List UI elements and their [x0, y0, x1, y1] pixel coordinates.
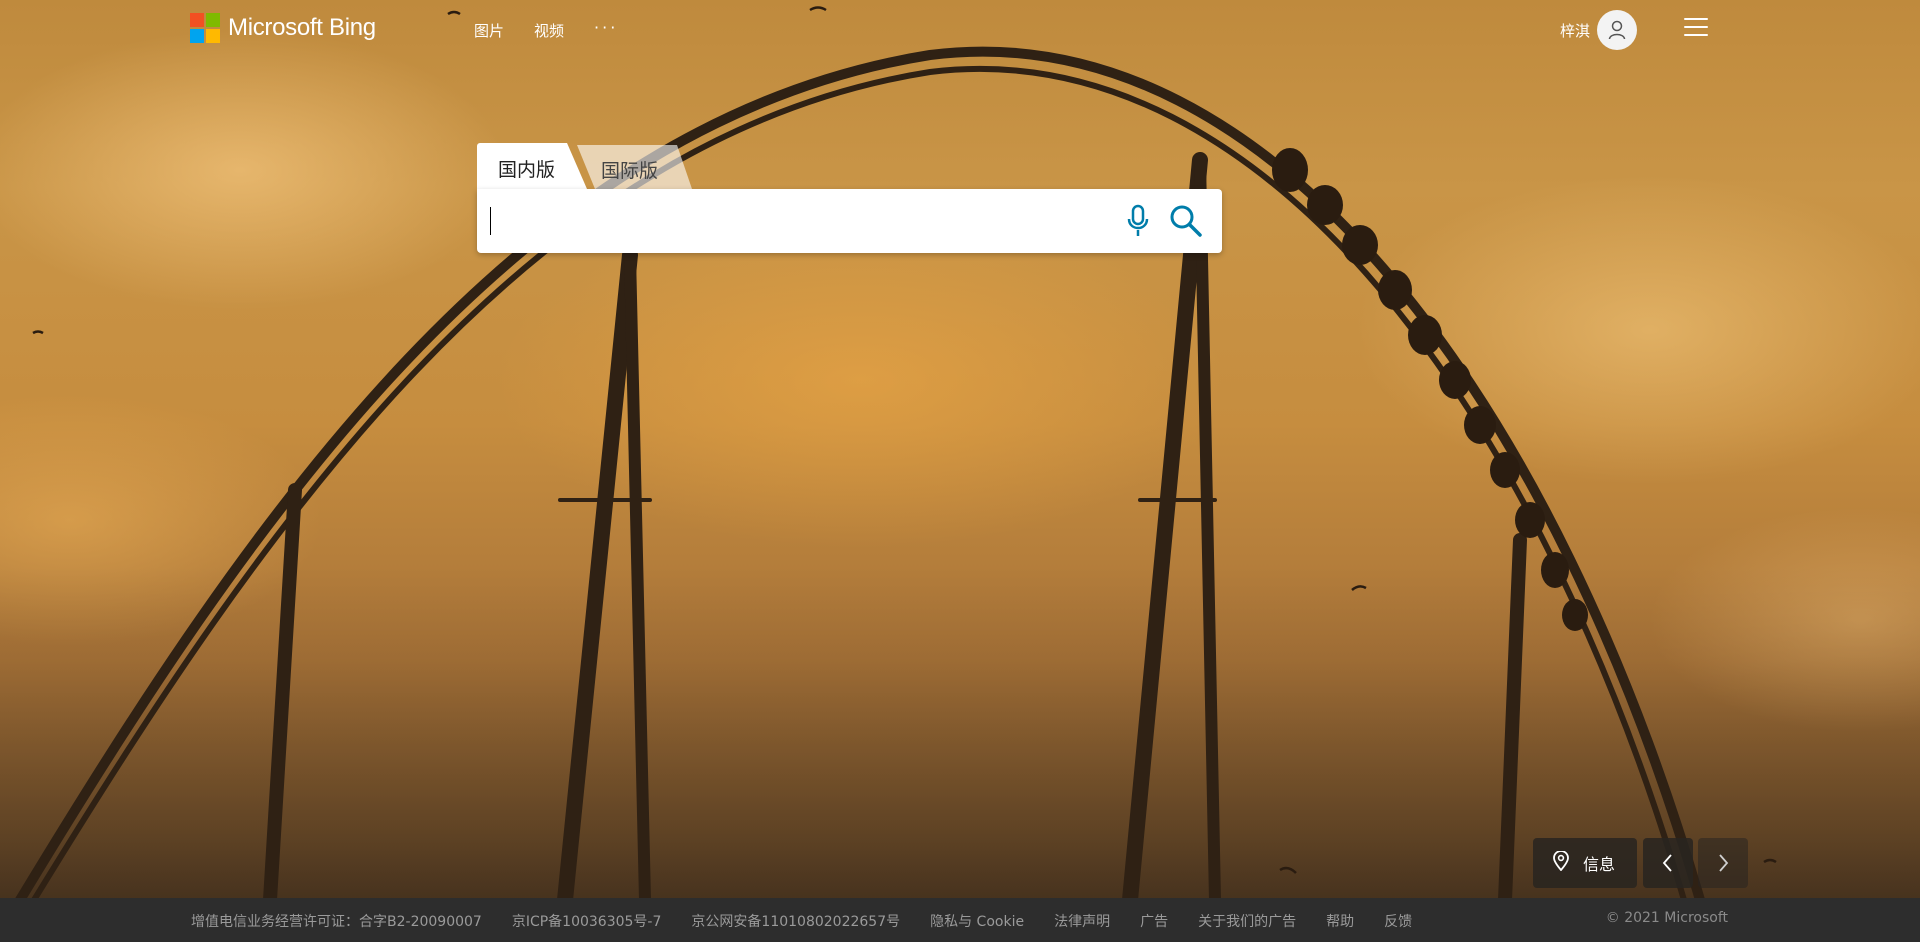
footer-link-public-security[interactable]: 京公网安备11010802022657号: [691, 911, 900, 931]
image-info-button[interactable]: 信息: [1533, 838, 1637, 888]
person-icon: [1597, 10, 1638, 50]
image-info-label: 信息: [1583, 855, 1616, 874]
hamburger-menu-icon[interactable]: [1684, 18, 1708, 38]
location-pin-icon: [1553, 850, 1569, 875]
footer-link-advertise[interactable]: 广告: [1140, 911, 1168, 931]
next-image-button[interactable]: [1698, 838, 1748, 888]
bing-homepage: Microsoft Bing 图片 视频 ··· 梓淇 国际版 国内版 信息 增…: [0, 0, 1920, 942]
search-area: 国际版 国内版: [477, 143, 1222, 253]
search-box: [477, 189, 1222, 253]
top-nav: 图片 视频 ···: [474, 18, 618, 41]
logo-tile-green: [206, 13, 220, 27]
tab-international[interactable]: 国际版: [577, 145, 692, 189]
footer-link-about-ads[interactable]: 关于我们的广告: [1198, 911, 1296, 931]
previous-image-button[interactable]: [1643, 838, 1693, 888]
tab-domestic-label: 国内版: [498, 159, 556, 181]
tab-international-label: 国际版: [601, 160, 659, 182]
background-image-roller-coaster: [15, 6, 1777, 908]
user-name: 梓淇: [1560, 21, 1591, 40]
chevron-left-icon: [1662, 854, 1672, 872]
search-input[interactable]: [489, 201, 1113, 243]
footer-link-privacy-cookie[interactable]: 隐私与 Cookie: [930, 911, 1024, 931]
footer-link-help[interactable]: 帮助: [1326, 911, 1354, 931]
search-scope-tabs: 国际版 国内版: [477, 143, 1222, 189]
bing-logo[interactable]: Microsoft Bing: [190, 13, 376, 43]
footer-link-telecom-license[interactable]: 增值电信业务经营许可证：合字B2-20090007: [191, 911, 482, 931]
footer-link-feedback[interactable]: 反馈: [1384, 911, 1412, 931]
nav-more-button[interactable]: ···: [594, 18, 618, 37]
user-account-button[interactable]: 梓淇: [1560, 10, 1638, 50]
top-header: Microsoft Bing 图片 视频 ··· 梓淇: [0, 0, 1920, 60]
microphone-icon[interactable]: [1123, 203, 1153, 239]
logo-tile-red: [190, 13, 204, 27]
tab-domestic[interactable]: 国内版: [477, 143, 587, 189]
microsoft-logo-icon: [190, 13, 220, 43]
copyright-text: © 2021 Microsoft: [1605, 910, 1728, 926]
logo-tile-blue: [190, 29, 204, 43]
chevron-right-icon: [1719, 854, 1729, 872]
nav-videos[interactable]: 视频: [534, 20, 564, 41]
footer-link-legal[interactable]: 法律声明: [1054, 911, 1110, 931]
footer-links: 增值电信业务经营许可证：合字B2-20090007 京ICP备10036305号…: [191, 911, 1412, 931]
brand-name: Microsoft Bing: [228, 14, 376, 41]
footer-link-icp[interactable]: 京ICP备10036305号-7: [512, 911, 662, 931]
magnifier-icon[interactable]: [1168, 203, 1204, 239]
text-caret: [490, 207, 491, 235]
logo-tile-yellow: [206, 29, 220, 43]
nav-images[interactable]: 图片: [474, 20, 504, 41]
page-footer: 增值电信业务经营许可证：合字B2-20090007 京ICP备10036305号…: [0, 898, 1920, 942]
